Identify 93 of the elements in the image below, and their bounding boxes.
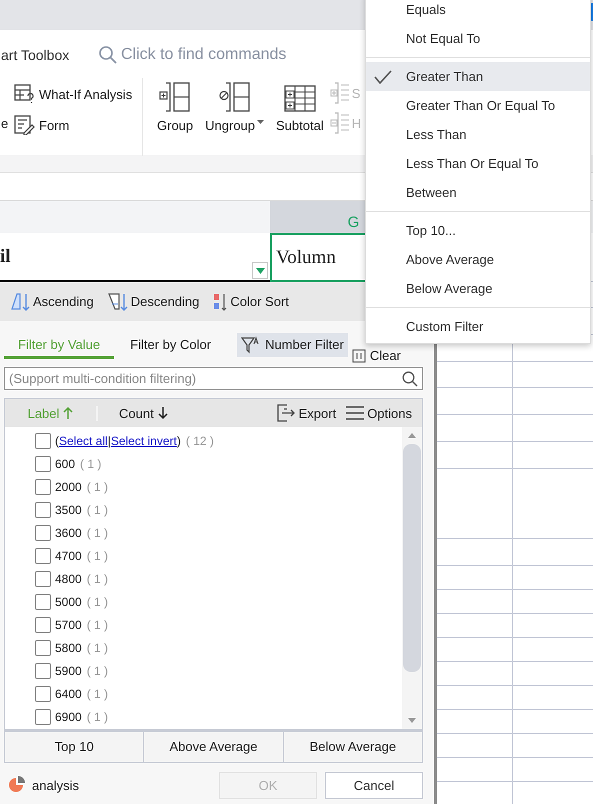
item-count: ( 1 )	[86, 664, 108, 678]
sort-descending-button[interactable]: Descending	[108, 292, 200, 312]
checkbox[interactable]	[35, 432, 51, 449]
menu-icon	[346, 406, 364, 420]
group-icon	[159, 82, 192, 112]
funnel-icon	[241, 334, 262, 355]
arrow-up-icon	[63, 406, 74, 420]
checkmark-icon	[374, 70, 392, 84]
item-label: 4800	[55, 572, 82, 586]
scrollbar[interactable]	[402, 427, 422, 730]
color-sort-button[interactable]: Color Sort	[213, 292, 289, 312]
item-count: ( 12 )	[186, 434, 214, 448]
item-count: ( 1 )	[86, 502, 108, 517]
export-icon	[276, 404, 296, 422]
checkbox[interactable]	[35, 662, 51, 679]
dropdown-arrow-icon	[256, 268, 264, 274]
options-button[interactable]: Options	[346, 406, 412, 421]
item-count: ( 1 )	[86, 640, 108, 655]
checkbox[interactable]	[35, 686, 51, 702]
menu-item[interactable]: Less Than	[366, 120, 590, 149]
item-count: ( 1 )	[80, 456, 102, 471]
checkbox[interactable]	[35, 478, 51, 495]
checkbox[interactable]	[35, 548, 51, 564]
search-icon	[98, 45, 118, 65]
bracket: (	[55, 434, 59, 448]
checkbox[interactable]	[35, 570, 51, 587]
checkbox[interactable]	[35, 456, 51, 472]
arrow-down-icon	[158, 406, 168, 420]
table-question-icon	[14, 84, 36, 104]
plus-list-icon	[330, 82, 350, 104]
quick-filter-button[interactable]: Above Average	[144, 732, 284, 762]
quick-filter-button[interactable]: Top 10	[5, 732, 144, 762]
minus-list-icon	[330, 112, 350, 134]
checkbox[interactable]	[35, 524, 51, 541]
analysis-button[interactable]: analysis	[8, 776, 79, 794]
item-count: ( 1 )	[86, 618, 108, 632]
form-tool[interactable]: Form	[14, 115, 132, 135]
export-button[interactable]: Export	[276, 404, 336, 422]
subtotal-tool[interactable]: Subtotal	[270, 78, 330, 154]
bracket: )	[176, 434, 181, 448]
form-icon	[14, 115, 36, 135]
item-label: 5800	[55, 640, 82, 655]
sort-ascending-button[interactable]: Ascending	[10, 292, 94, 312]
scroll-up-icon[interactable]	[408, 433, 416, 438]
search-icon	[402, 370, 418, 387]
select-all-link[interactable]: Select all	[59, 434, 108, 448]
cancel-button[interactable]: Cancel	[325, 772, 423, 799]
checkbox[interactable]	[35, 708, 51, 725]
color-sort-icon	[213, 292, 228, 312]
search-field[interactable]: (Support multi-condition filtering)	[4, 366, 423, 390]
item-count: ( 1 )	[86, 594, 108, 609]
item-label: 2000	[55, 480, 82, 494]
quick-filter-button[interactable]: Below Average	[284, 732, 422, 762]
select-invert-link[interactable]: Select invert	[110, 434, 177, 448]
number-filter-button[interactable]: Number Filter	[237, 332, 348, 357]
menu-item[interactable]: Not Equal To	[366, 24, 590, 53]
item-count: ( 1 )	[86, 480, 108, 494]
item-label: 6400	[55, 686, 82, 701]
group-tool[interactable]: Group	[151, 78, 200, 154]
sort-descending-icon	[108, 292, 128, 312]
ungroup-tool[interactable]: Ungroup	[199, 78, 270, 154]
menu-item[interactable]: Less Than Or Equal To	[366, 149, 590, 178]
scroll-down-icon[interactable]	[408, 718, 416, 724]
item-count: ( 1 )	[86, 710, 108, 724]
column-sort-header[interactable]: Count	[98, 406, 168, 421]
sort-ascending-icon	[10, 292, 30, 312]
pie-chart-icon	[8, 776, 26, 794]
item-count: ( 1 )	[86, 686, 108, 701]
checkbox[interactable]	[35, 640, 51, 656]
item-label: 3500	[55, 502, 82, 517]
ungroup-icon	[218, 82, 251, 112]
item-label: 5700	[55, 618, 82, 632]
checkbox[interactable]	[35, 502, 51, 518]
what-if-analysis-tool[interactable]: What-If Analysis	[14, 84, 132, 104]
ribbon-tab[interactable]: art Toolbox	[1, 47, 94, 63]
tool-label[interactable]: e	[1, 116, 14, 131]
checkbox[interactable]	[35, 616, 51, 633]
item-count: ( 1 )	[86, 548, 108, 563]
filter-dropdown-button[interactable]	[252, 262, 268, 279]
filter-tab[interactable]: Filter by Color	[116, 330, 226, 359]
item-label: 3600	[55, 526, 82, 540]
separator-text: |	[108, 434, 111, 448]
item-count: ( 1 )	[86, 572, 108, 586]
item-label: 600	[55, 456, 76, 471]
clear-icon	[352, 348, 366, 363]
item-label: 6900	[55, 710, 82, 724]
item-count: ( 1 )	[86, 526, 108, 540]
item-label: 5000	[55, 594, 82, 609]
item-label: 5900	[55, 664, 82, 678]
checkbox[interactable]	[35, 594, 51, 610]
item-label: 4700	[55, 548, 82, 563]
menu-item[interactable]: Greater Than	[366, 62, 590, 91]
menu-item[interactable]: Greater Than Or Equal To	[366, 91, 590, 120]
